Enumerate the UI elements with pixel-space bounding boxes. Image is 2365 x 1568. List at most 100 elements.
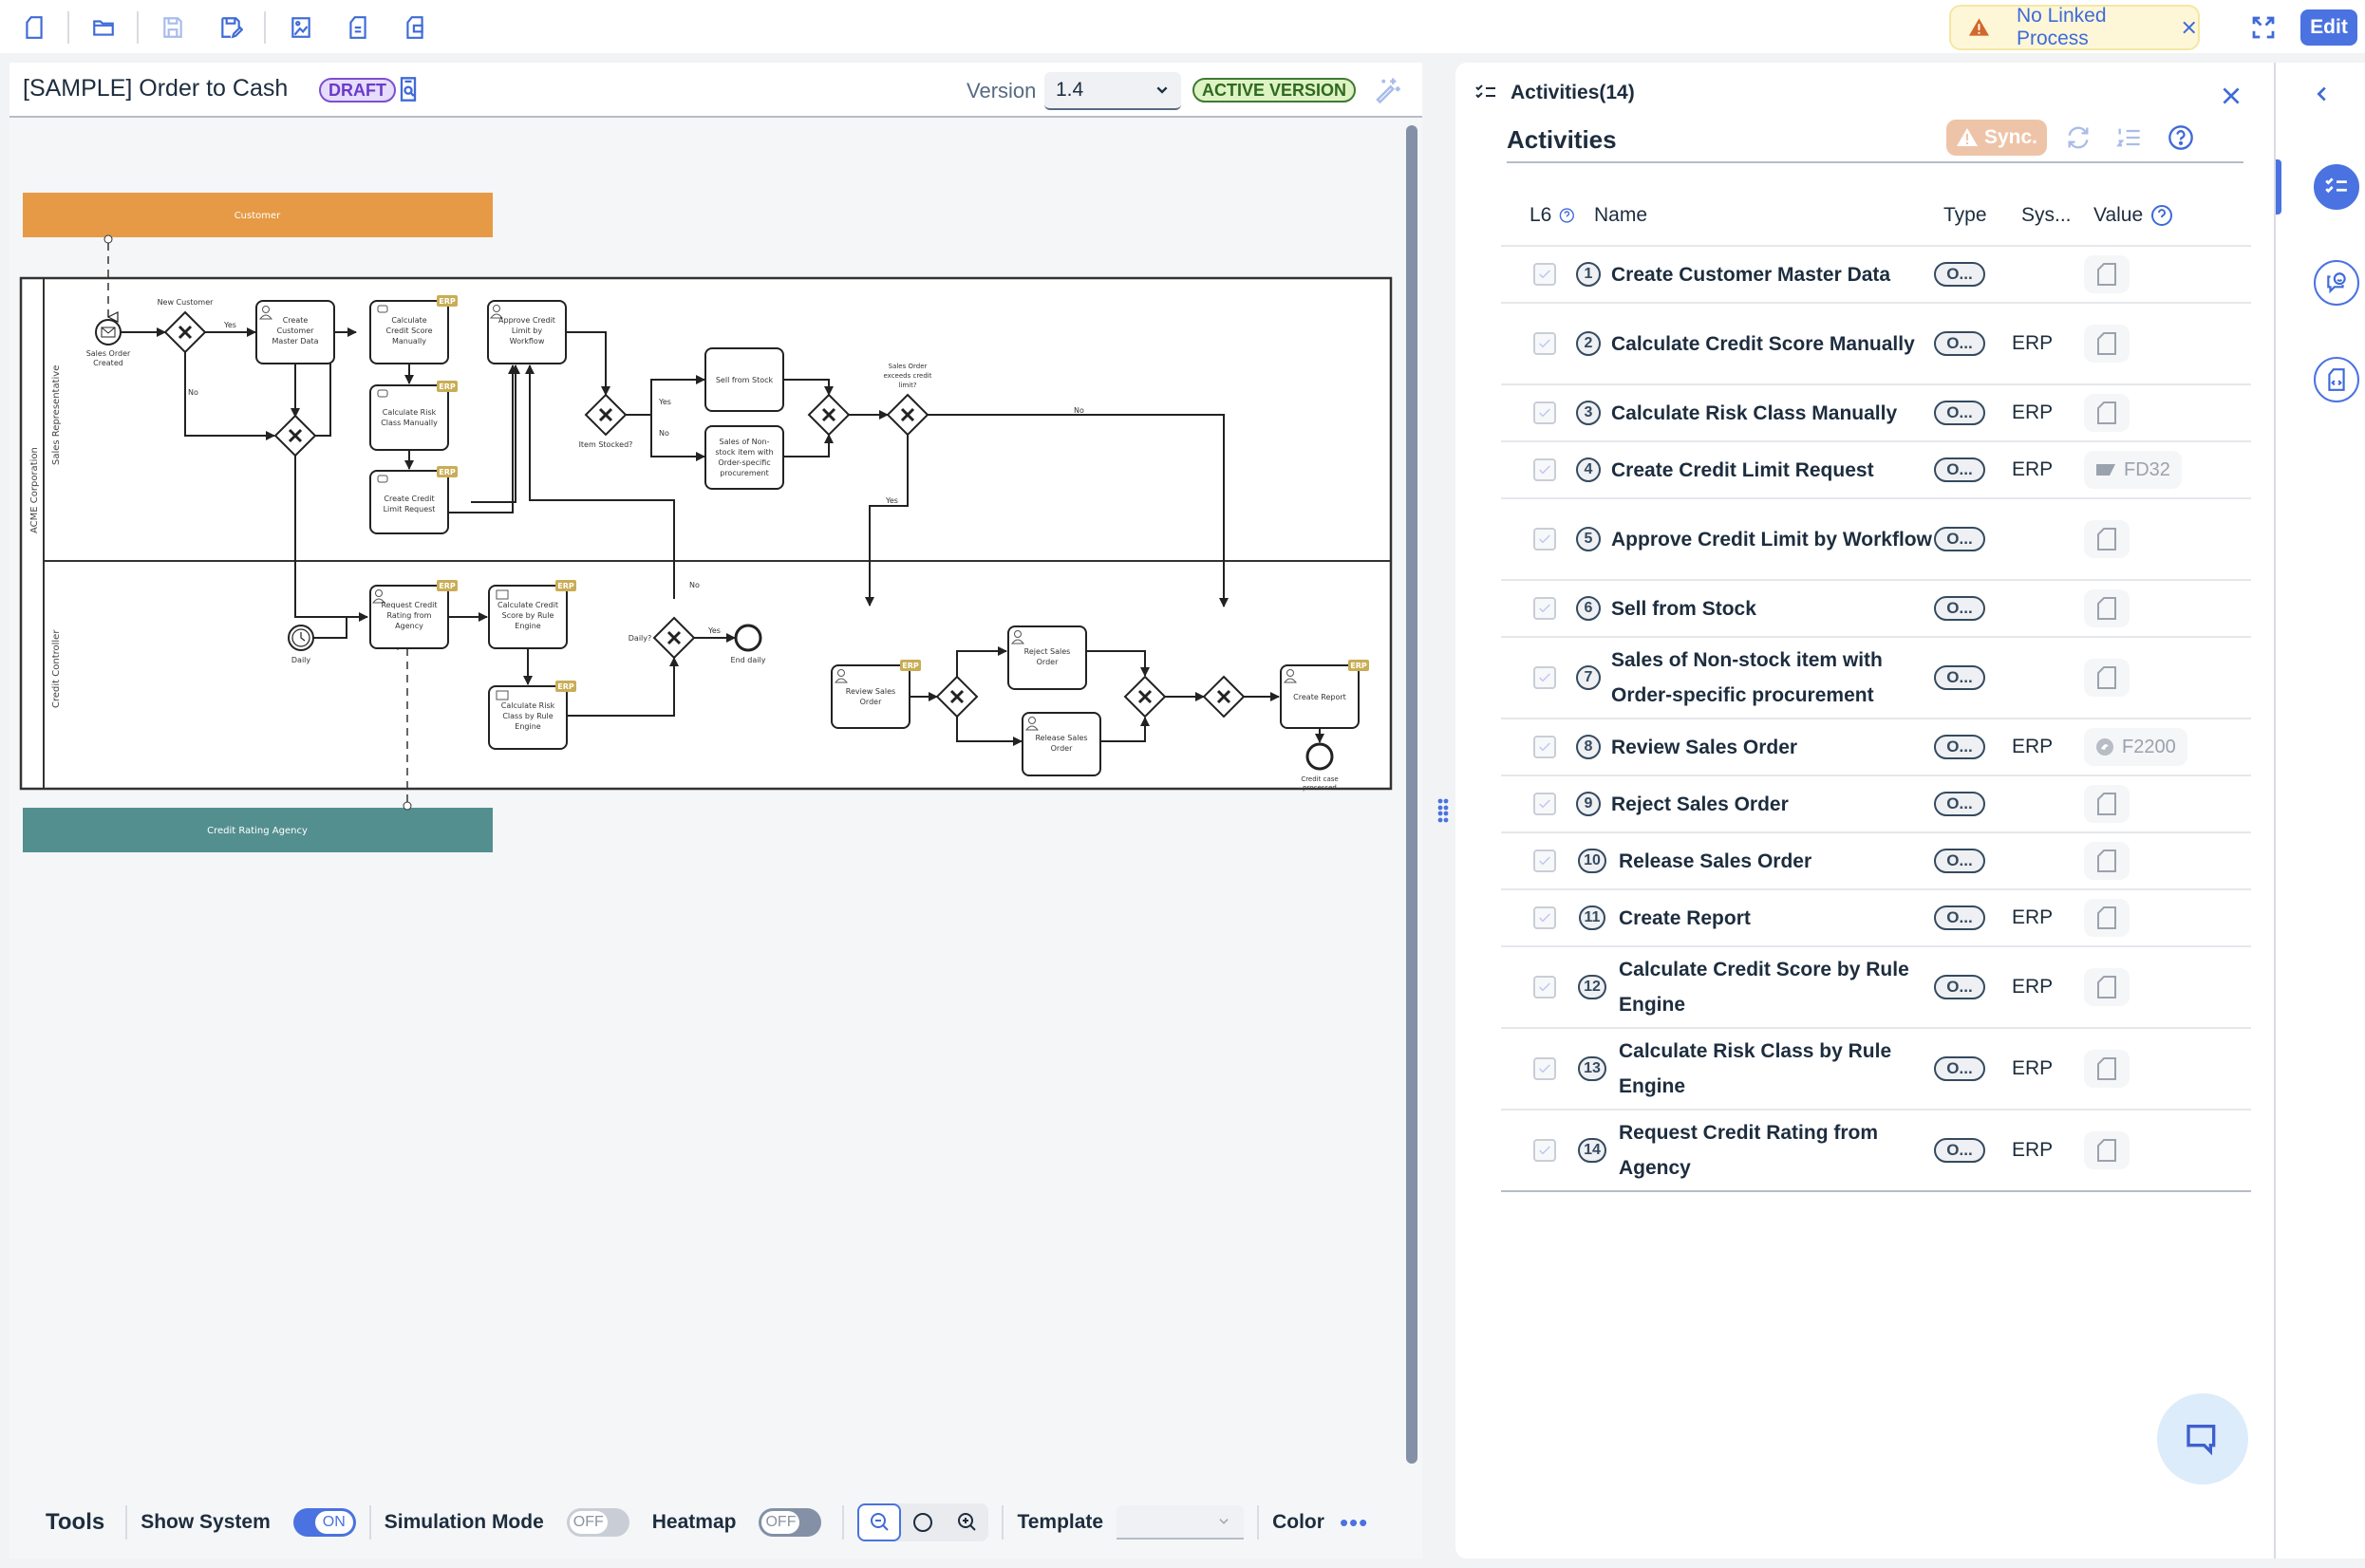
activity-name[interactable]: Create Report bbox=[1609, 901, 1934, 936]
l6-checkbox[interactable] bbox=[1533, 976, 1556, 999]
code-document-rail-button[interactable] bbox=[2314, 357, 2359, 402]
help-icon[interactable] bbox=[1559, 204, 1575, 227]
l6-checkbox[interactable] bbox=[1533, 458, 1556, 481]
export-document-icon[interactable] bbox=[342, 11, 374, 44]
value-button[interactable] bbox=[2084, 1050, 2130, 1088]
l6-checkbox[interactable] bbox=[1533, 332, 1556, 355]
activity-type-badge[interactable]: O... bbox=[1934, 262, 1985, 287]
help-icon[interactable] bbox=[2150, 204, 2173, 227]
table-row[interactable]: 3 Calculate Risk Class Manually O... ERP bbox=[1501, 385, 2251, 442]
l6-checkbox[interactable] bbox=[1533, 1139, 1556, 1162]
activity-name[interactable]: Approve Credit Limit by Workflow bbox=[1602, 522, 1934, 557]
value-button[interactable]: F2200 bbox=[2084, 728, 2187, 766]
value-button[interactable] bbox=[2084, 659, 2130, 697]
table-row[interactable]: 4 Create Credit Limit Request O... ERP FD32 bbox=[1501, 442, 2251, 499]
zoom-reset-button[interactable] bbox=[901, 1503, 945, 1541]
l6-checkbox[interactable] bbox=[1533, 793, 1556, 815]
save-icon[interactable] bbox=[157, 11, 189, 44]
value-button[interactable] bbox=[2084, 899, 2130, 937]
zoom-out-button[interactable] bbox=[857, 1503, 902, 1541]
task-create-report[interactable]: ERP Create Report bbox=[1280, 660, 1369, 729]
task-reject-sales-order[interactable]: Reject Sales Order bbox=[1007, 625, 1087, 690]
value-button[interactable] bbox=[2084, 968, 2130, 1006]
activity-name[interactable]: Create Credit Limit Request bbox=[1602, 453, 1934, 488]
column-header-system[interactable]: Sys... bbox=[2021, 204, 2093, 227]
table-row[interactable]: 9 Reject Sales Order O... bbox=[1501, 776, 2251, 833]
value-button[interactable] bbox=[2084, 842, 2130, 880]
diagram-canvas[interactable]: Customer ACME Corporation Sales Represen… bbox=[9, 120, 1403, 1534]
column-header-type[interactable]: Type bbox=[1943, 204, 2021, 227]
l6-checkbox[interactable] bbox=[1533, 401, 1556, 424]
activity-name[interactable]: Release Sales Order bbox=[1609, 844, 1934, 879]
more-options-button[interactable]: ••• bbox=[1340, 1510, 1368, 1535]
activity-type-badge[interactable]: O... bbox=[1934, 905, 1985, 930]
table-row[interactable]: 7 Sales of Non-stock item with Order-spec… bbox=[1501, 638, 2251, 719]
dismiss-notice-icon[interactable] bbox=[2180, 17, 2198, 38]
task-create-credit-limit-request[interactable]: ERP Create Credit Limit Request bbox=[369, 466, 458, 534]
activity-name[interactable]: Sales of Non-stock item with Order-speci… bbox=[1602, 643, 1934, 713]
value-button[interactable] bbox=[2084, 785, 2130, 823]
canvas-scrollbar[interactable] bbox=[1406, 125, 1417, 1464]
chat-button[interactable] bbox=[2157, 1393, 2248, 1484]
value-button[interactable] bbox=[2084, 1131, 2130, 1169]
end-event-credit-case[interactable] bbox=[1305, 742, 1334, 771]
activities-rail-button[interactable] bbox=[2314, 164, 2359, 210]
value-button[interactable]: FD32 bbox=[2084, 451, 2182, 489]
save-as-icon[interactable] bbox=[215, 11, 247, 44]
export-image-icon[interactable] bbox=[285, 11, 317, 44]
version-select[interactable]: 1.4 bbox=[1044, 72, 1181, 110]
fullscreen-icon[interactable] bbox=[2249, 13, 2278, 42]
task-calculate-credit-score-manually[interactable]: ERP Calculate Credit Score Manually bbox=[369, 295, 458, 364]
task-calculate-risk-class-manually[interactable]: ERP Calculate Risk Class Manually bbox=[369, 381, 458, 451]
numbered-list-button[interactable] bbox=[2114, 123, 2143, 152]
value-button[interactable] bbox=[2084, 255, 2130, 293]
task-sales-of-non-stock-item[interactable]: Sales of Non- stock item with Order-spec… bbox=[704, 425, 784, 490]
table-row[interactable]: 8 Review Sales Order O... ERP F2200 bbox=[1501, 719, 2251, 776]
table-row[interactable]: 1 Create Customer Master Data O... bbox=[1501, 247, 2251, 304]
activity-name[interactable]: Calculate Risk Class Manually bbox=[1602, 396, 1934, 431]
task-create-customer-master-data[interactable]: Create Customer Master Data bbox=[255, 300, 335, 364]
chevron-left-icon[interactable] bbox=[2312, 84, 2333, 104]
activity-name[interactable]: Request Credit Rating from Agency bbox=[1609, 1115, 1934, 1185]
table-row[interactable]: 12 Calculate Credit Score by Rule Engine O… bbox=[1501, 947, 2251, 1029]
activity-type-badge[interactable]: O... bbox=[1934, 596, 1985, 621]
zoom-in-button[interactable] bbox=[945, 1503, 988, 1541]
l6-checkbox[interactable] bbox=[1533, 263, 1556, 286]
column-header-name[interactable]: Name bbox=[1575, 204, 1943, 227]
sync-button[interactable]: Sync. bbox=[1946, 120, 2047, 156]
open-folder-icon[interactable] bbox=[87, 11, 120, 44]
l6-checkbox[interactable] bbox=[1533, 1057, 1556, 1080]
table-row[interactable]: 2 Calculate Credit Score Manually O... ERP bbox=[1501, 304, 2251, 385]
value-button[interactable] bbox=[2084, 394, 2130, 432]
activity-name[interactable]: Calculate Credit Score Manually bbox=[1602, 327, 1934, 362]
task-calculate-risk-class-by-rule-engine[interactable]: ERP Calculate Risk Class by Rule Engine bbox=[488, 681, 576, 750]
heatmap-toggle[interactable]: OFF bbox=[759, 1508, 822, 1537]
feedback-rail-button[interactable] bbox=[2314, 260, 2359, 306]
activity-name[interactable]: Create Customer Master Data bbox=[1602, 257, 1934, 292]
export-file-icon[interactable] bbox=[399, 11, 431, 44]
task-review-sales-order[interactable]: ERP Review Sales Order bbox=[831, 660, 921, 729]
table-row[interactable]: 5 Approve Credit Limit by Workflow O... bbox=[1501, 499, 2251, 581]
activity-type-badge[interactable]: O... bbox=[1934, 792, 1985, 816]
l6-checkbox[interactable] bbox=[1533, 736, 1556, 758]
refresh-button[interactable] bbox=[2064, 123, 2093, 152]
task-sell-from-stock[interactable]: Sell from Stock bbox=[704, 347, 784, 412]
activity-name[interactable]: Review Sales Order bbox=[1602, 730, 1934, 765]
activity-type-badge[interactable]: O... bbox=[1934, 735, 1985, 759]
task-request-credit-rating-from-agency[interactable]: ERP Request Credit Rating from Agency bbox=[369, 580, 458, 649]
new-document-icon[interactable] bbox=[18, 11, 50, 44]
table-row[interactable]: 6 Sell from Stock O... bbox=[1501, 581, 2251, 638]
timer-event-daily[interactable] bbox=[288, 625, 314, 651]
table-row[interactable]: 10 Release Sales Order O... bbox=[1501, 833, 2251, 890]
drag-handle-icon[interactable] bbox=[1437, 798, 1449, 823]
show-system-toggle[interactable]: ON bbox=[292, 1508, 356, 1537]
task-calculate-credit-score-by-rule-engine[interactable]: ERP Calculate Credit Score by Rule Engin… bbox=[488, 580, 576, 649]
document-search-icon[interactable] bbox=[395, 76, 422, 103]
l6-checkbox[interactable] bbox=[1533, 849, 1556, 872]
activity-type-badge[interactable]: O... bbox=[1934, 1056, 1985, 1081]
activity-name[interactable]: Calculate Risk Class by Rule Engine bbox=[1609, 1034, 1934, 1104]
task-release-sales-order[interactable]: Release Sales Order bbox=[1022, 712, 1101, 776]
simulation-mode-toggle[interactable]: OFF bbox=[566, 1508, 629, 1537]
activity-type-badge[interactable]: O... bbox=[1934, 665, 1985, 690]
activity-type-badge[interactable]: O... bbox=[1934, 457, 1985, 482]
